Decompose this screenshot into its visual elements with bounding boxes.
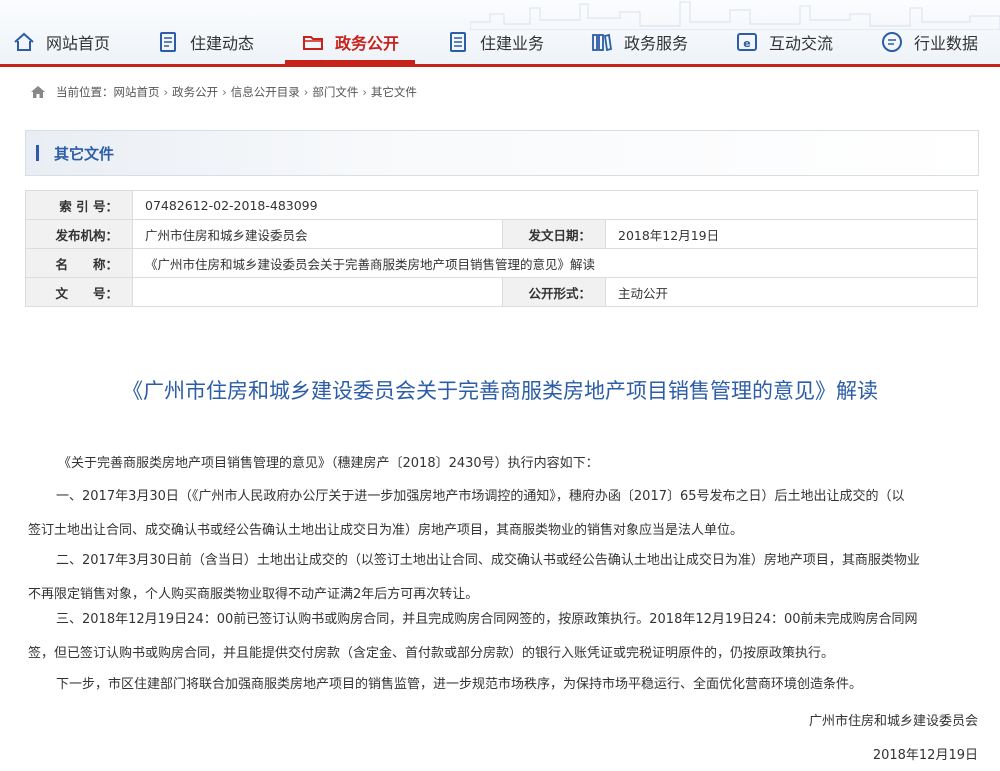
nav-item-home[interactable]: 网站首页	[12, 22, 110, 62]
nav-label: 住建业务	[480, 34, 545, 53]
paragraph-line: 三、2018年12月19日24：00前已签订认购书或购房合同，并且完成购房合同网…	[56, 612, 918, 627]
nav-divider	[0, 64, 1000, 67]
nav-item-news[interactable]: 住建动态	[156, 22, 254, 62]
paragraph-1: 一、2017年3月30日（《广州市人民政府办公厅关于进一步加强房地产市场调控的通…	[28, 480, 978, 548]
date-label: 发文日期：	[502, 219, 606, 249]
paragraph-line: 签，但已签订认购书或购房合同，并且能提供交付房款（含定金、首付款或部分房款）的银…	[28, 646, 835, 661]
paragraph-3: 三、2018年12月19日24：00前已签订认购书或购房合同，并且完成购房合同网…	[28, 603, 978, 671]
paragraph-line: 一、2017年3月30日（《广州市人民政府办公厅关于进一步加强房地产市场调控的通…	[56, 489, 905, 504]
nav-label: 行业数据	[914, 34, 979, 53]
nav-item-industry-data[interactable]: 行业数据	[880, 22, 978, 62]
breadcrumb-item[interactable]: 信息公开目录	[231, 84, 300, 100]
document-icon	[156, 30, 180, 54]
breadcrumb-prefix: 当前位置：	[56, 85, 114, 99]
nav-item-business[interactable]: 住建业务	[446, 22, 544, 62]
paragraph-4: 下一步，市区住建部门将联合加强商服类房地产项目的销售监管，进一步规范市场秩序，为…	[56, 668, 978, 702]
index-label: 索 引 号：	[25, 190, 133, 220]
org-label: 发布机构：	[25, 219, 133, 249]
paragraph-intro: 《关于完善商服类房地产项目销售管理的意见》（穗建房产〔2018〕2430号）执行…	[58, 447, 978, 481]
org-value: 广州市住房和城乡建设委员会	[132, 219, 503, 249]
docno-label: 文 号：	[25, 277, 133, 307]
paragraph-line: 签订土地出让合同、成交确认书或经公告确认土地出让成交日为准）房地产项目，其商服类…	[28, 523, 744, 538]
svg-text:e: e	[743, 37, 750, 50]
ie-browser-icon: e	[735, 30, 759, 54]
nav-item-interaction[interactable]: e 互动交流	[735, 22, 833, 62]
table-row: 文 号： 公开形式： 主动公开	[25, 277, 979, 307]
table-row: 发布机构： 广州市住房和城乡建设委员会 发文日期： 2018年12月19日	[25, 219, 979, 249]
document-info-table: 索 引 号： 07482612-02-2018-483099 发布机构： 广州市…	[25, 190, 979, 307]
breadcrumb-separator: ›	[222, 85, 227, 99]
table-row: 名 称： 《广州市住房和城乡建设委员会关于完善商服类房地产项目销售管理的意见》解…	[25, 248, 979, 278]
list-document-icon	[446, 30, 470, 54]
breadcrumb-separator: ›	[303, 85, 309, 99]
paragraph-line: 二、2017年3月30日前（含当日）土地出让成交的（以签订土地出让合同、成交确认…	[56, 553, 920, 568]
home-icon	[30, 84, 46, 100]
signature-org: 广州市住房和城乡建设委员会	[808, 714, 978, 729]
nav-label: 互动交流	[769, 34, 834, 53]
home-icon	[12, 30, 36, 54]
signature-date: 2018年12月19日	[872, 748, 978, 763]
paragraph-2: 二、2017年3月30日前（含当日）土地出让成交的（以签订土地出让合同、成交确认…	[28, 544, 978, 612]
breadcrumb-item[interactable]: 其它文件	[371, 84, 417, 100]
breadcrumb-item[interactable]: 部门文件	[312, 84, 358, 100]
docno-value	[132, 277, 503, 307]
chat-icon	[880, 30, 904, 54]
nav-label: 网站首页	[46, 34, 111, 53]
article-title: 《广州市住房和城乡建设委员会关于完善商服类房地产项目销售管理的意见》解读	[122, 379, 878, 403]
index-value: 07482612-02-2018-483099	[131, 190, 979, 220]
nav-label: 政务公开	[335, 34, 400, 53]
name-label: 名 称：	[25, 248, 133, 278]
nav-item-gov-affairs[interactable]: 政务公开	[301, 22, 399, 62]
section-accent-bar	[36, 145, 39, 161]
section-header: 其它文件	[25, 130, 979, 176]
breadcrumb-separator: ›	[163, 85, 169, 99]
name-value: 《广州市住房和城乡建设委员会关于完善商服类房地产项目销售管理的意见》解读	[131, 248, 979, 278]
breadcrumb-item[interactable]: 网站首页	[114, 84, 160, 100]
paragraph-line: 《关于完善商服类房地产项目销售管理的意见》（穗建房产〔2018〕2430号）执行…	[58, 456, 599, 471]
breadcrumb-item[interactable]: 政务公开	[172, 84, 218, 100]
nav-label: 住建动态	[190, 34, 255, 53]
paragraph-line: 下一步，市区住建部门将联合加强商服类房地产项目的销售监管，进一步规范市场秩序，为…	[56, 677, 863, 692]
breadcrumb: 当前位置： 网站首页 › 政务公开 › 信息公开目录 › 部门文件 › 其它文件	[30, 82, 417, 102]
folder-icon	[301, 30, 325, 54]
nav-label: 政务服务	[624, 34, 689, 53]
books-icon	[590, 30, 614, 54]
form-label: 公开形式：	[502, 277, 606, 307]
top-navigation: 网站首页 住建动态 政务公开 住建业务 政务服务 e 互动交流 行业数据	[0, 0, 1000, 67]
section-title: 其它文件	[54, 145, 115, 163]
date-value: 2018年12月19日	[604, 219, 979, 249]
nav-item-services[interactable]: 政务服务	[590, 22, 688, 62]
form-value: 主动公开	[604, 277, 979, 307]
breadcrumb-separator: ›	[362, 85, 367, 99]
table-row: 索 引 号： 07482612-02-2018-483099	[25, 190, 979, 220]
